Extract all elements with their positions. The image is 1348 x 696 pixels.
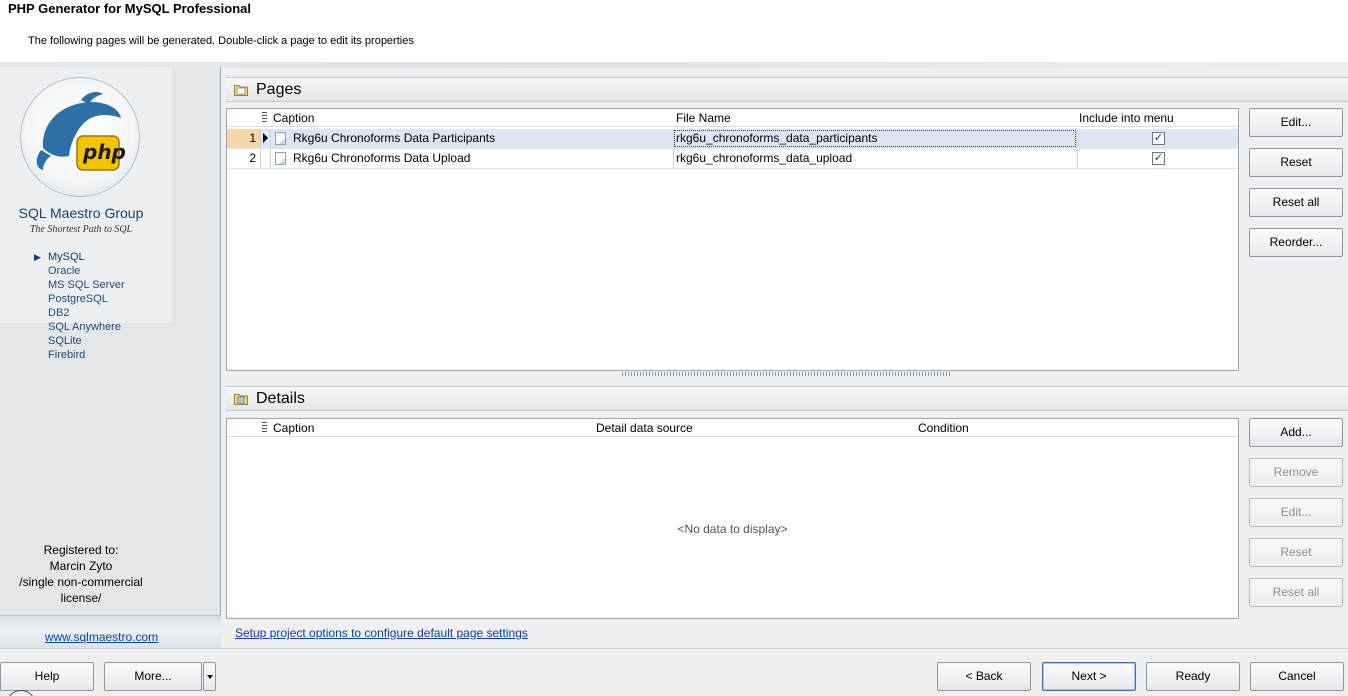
php-dolphin-logo-icon: php [20,77,140,197]
wizard-header: PHP Generator for MySQL Professional The… [0,0,1348,62]
column-header-caption[interactable]: Caption [273,421,314,435]
add-detail-button[interactable]: Add... [1249,418,1343,447]
column-header-condition[interactable]: Condition [918,421,969,435]
ready-button[interactable]: Ready [1146,662,1240,691]
column-header-detail-source[interactable]: Detail data source [596,421,693,435]
pages-section-title: Pages [256,81,302,98]
database-item-mysql[interactable]: ▶ MySQL [34,250,125,264]
back-button[interactable]: < Back [937,662,1031,691]
page-document-icon [275,132,286,145]
row-number: 2 [227,149,261,168]
database-item-label: SQLite [48,335,82,347]
edit-detail-button[interactable]: Edit... [1249,498,1343,527]
php-logo-text: php [83,140,126,164]
details-section-title: Details [256,390,305,407]
cell-file-name[interactable]: rkg6u_chronoforms_data_upload [673,149,1077,168]
table-row[interactable]: 1 Rkg6u Chronoforms Data Participants rk… [227,129,1238,149]
database-item-postgresql[interactable]: PostgreSQL [34,292,125,306]
step-instructions: The following pages will be generated. D… [28,35,414,47]
column-chooser-icon[interactable] [262,112,267,123]
cell-include-menu: ✓ [1077,149,1239,168]
chevron-down-icon [207,675,213,679]
folder-details-icon [234,394,248,405]
reset-detail-button[interactable]: Reset [1249,538,1343,567]
cell-include-menu: ✓ [1077,129,1239,148]
database-item-sql-anywhere[interactable]: SQL Anywhere [34,320,125,334]
database-item-mssql[interactable]: MS SQL Server [34,278,125,292]
column-chooser-icon[interactable] [262,422,267,433]
registration-line: Registered to: [43,543,119,557]
database-item-db2[interactable]: DB2 [34,306,125,320]
reset-all-pages-button[interactable]: Reset all [1249,188,1343,217]
website-link[interactable]: www.sqlmaestro.com [0,630,203,644]
column-header-file-name[interactable]: File Name [676,111,731,125]
details-section-header: Details [226,386,1348,411]
edit-page-button[interactable]: Edit... [1249,108,1343,137]
database-list: ▶ MySQL Oracle MS SQL Server PostgreSQL D… [34,250,125,362]
sidebar: php SQL Maestro Group The Shortest Path … [0,67,221,648]
database-item-firebird[interactable]: Firebird [34,348,125,362]
panel-splitter[interactable] [622,372,952,376]
database-item-label: Firebird [48,349,86,361]
cell-caption[interactable]: Rkg6u Chronoforms Data Participants [293,129,495,148]
selected-arrow-icon: ▶ [34,252,41,262]
row-number: 1 [227,129,261,148]
column-header-include-menu[interactable]: Include into menu [1079,111,1174,125]
registration-info: Registered to: Marcin Zyto /single non-c… [0,542,162,606]
current-row-pointer-icon [263,133,268,143]
include-menu-checkbox[interactable]: ✓ [1152,152,1165,165]
reset-page-button[interactable]: Reset [1249,148,1343,177]
help-button[interactable]: Help [0,662,94,691]
database-item-label: Oracle [48,265,81,277]
database-item-label: MS SQL Server [48,279,125,291]
page-document-icon [275,152,286,165]
reset-all-details-button[interactable]: Reset all [1249,578,1343,607]
database-item-label: MySQL [48,251,85,263]
reorder-pages-button[interactable]: Reorder... [1249,228,1343,257]
database-item-label: PostgreSQL [48,293,108,305]
cell-divider [270,129,271,148]
column-header-caption[interactable]: Caption [273,111,314,125]
cell-divider [270,149,271,168]
next-button[interactable]: Next > [1042,662,1136,691]
more-dropdown-button[interactable] [203,662,216,691]
pages-grid: Caption File Name Include into menu 1 Rk… [226,108,1239,371]
registration-name: Marcin Zyto [49,559,113,573]
setup-project-options-link[interactable]: Setup project options to configure defau… [235,626,528,640]
footer-divider [0,648,1348,649]
include-menu-checkbox[interactable]: ✓ [1152,132,1165,145]
details-grid: Caption Detail data source Condition <No… [226,418,1239,619]
empty-grid-message: <No data to display> [677,522,788,536]
details-grid-header: Caption Detail data source Condition [227,419,1238,437]
registration-line: /single non-commercial [19,575,143,589]
database-item-label: SQL Anywhere [48,321,121,333]
cancel-button[interactable]: Cancel [1250,662,1344,691]
table-row[interactable]: 2 Rkg6u Chronoforms Data Upload rkg6u_ch… [227,149,1238,169]
database-item-sqlite[interactable]: SQLite [34,334,125,348]
registration-line: license/ [60,591,102,605]
database-item-label: DB2 [48,307,70,319]
brand-name: SQL Maestro Group [18,205,144,221]
more-button[interactable]: More... [104,662,202,691]
cell-file-name[interactable]: rkg6u_chronoforms_data_participants [673,129,1077,148]
brand-tagline: The Shortest Path to SQL [29,224,133,235]
app-title: PHP Generator for MySQL Professional [8,1,251,16]
folder-icon [234,85,248,96]
pages-section-header: Pages [226,77,1348,102]
pages-grid-header: Caption File Name Include into menu [227,109,1238,127]
cell-caption[interactable]: Rkg6u Chronoforms Data Upload [293,149,470,168]
database-item-oracle[interactable]: Oracle [34,264,125,278]
remove-detail-button[interactable]: Remove [1249,458,1343,487]
